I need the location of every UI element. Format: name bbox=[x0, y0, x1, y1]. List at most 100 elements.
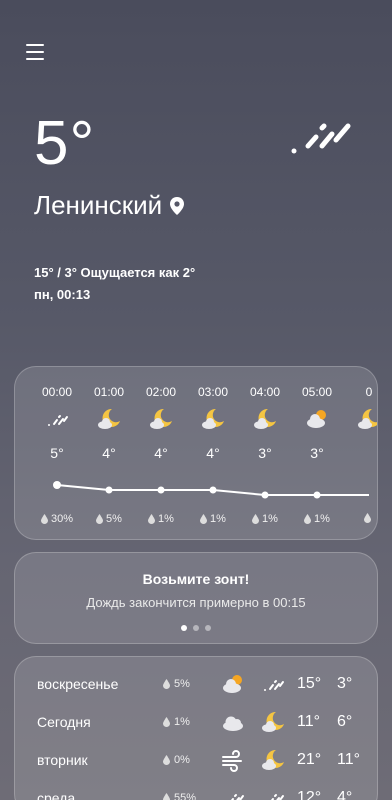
trend-point bbox=[261, 491, 269, 499]
precip-value: 1% bbox=[262, 513, 278, 525]
moon-cloud-icon bbox=[149, 407, 173, 431]
hour-precipitation: 5% bbox=[83, 513, 135, 525]
trend-point bbox=[53, 481, 61, 489]
light-rain-icon bbox=[45, 407, 69, 431]
hour-time: 00:00 bbox=[41, 385, 73, 399]
hour-time: 03:00 bbox=[197, 385, 229, 399]
hour-precipitation bbox=[343, 513, 377, 523]
sun-cloud-icon bbox=[221, 672, 245, 696]
wind-icon bbox=[221, 748, 245, 772]
hour-temperature: 4° bbox=[206, 445, 220, 461]
raindrop-icon bbox=[40, 514, 48, 524]
hour-temperature: 4° bbox=[102, 445, 116, 461]
weather-details: 15° / 3° Ощущается как 2° пн, 00:13 bbox=[34, 262, 195, 306]
day-low-temp: 11° bbox=[337, 751, 361, 768]
hour-precipitation: 1% bbox=[239, 513, 291, 525]
precip-value: 1% bbox=[174, 716, 190, 728]
trend-point bbox=[105, 486, 113, 494]
hour-temperature: 5° bbox=[50, 445, 64, 461]
moon-cloud-icon bbox=[261, 748, 285, 772]
raindrop-icon bbox=[163, 793, 170, 800]
day-high-temp: 15° bbox=[297, 675, 322, 692]
day-low-temp: 4° bbox=[337, 789, 353, 800]
day-low-temp: 6° bbox=[337, 713, 353, 730]
date-time: пн, 00:13 bbox=[34, 287, 91, 302]
hour-temperature: 3° bbox=[258, 445, 272, 461]
precip-value: 5% bbox=[174, 678, 190, 690]
light-rain-icon bbox=[291, 123, 351, 154]
day-precipitation: 5% bbox=[163, 678, 190, 690]
precip-value: 1% bbox=[158, 513, 174, 525]
daily-row[interactable]: среда 55% 12° 4° bbox=[15, 780, 377, 800]
page-dot[interactable] bbox=[193, 625, 199, 631]
temp-range-feels-like: 15° / 3° Ощущается как 2° bbox=[34, 265, 196, 280]
day-high-temp: 12° bbox=[297, 789, 322, 800]
moon-cloud-icon bbox=[97, 407, 121, 431]
hour-temperature: 4° bbox=[154, 445, 168, 461]
day-precipitation: 1% bbox=[163, 716, 190, 728]
raindrop-icon bbox=[364, 513, 371, 523]
day-name: среда bbox=[37, 790, 76, 800]
precip-value: 1% bbox=[314, 513, 330, 525]
hour-precipitation: 1% bbox=[187, 513, 239, 525]
daily-forecast-card[interactable]: воскресенье 5% 15° 3° Сегодня 1% 11° 6° вторник 0… bbox=[14, 656, 378, 800]
light-rain-icon bbox=[261, 786, 285, 800]
light-rain-icon bbox=[221, 786, 245, 800]
alert-subtitle: Дождь закончится примерно в 00:15 bbox=[86, 595, 306, 610]
moon-cloud-icon bbox=[261, 710, 285, 734]
precip-value: 0% bbox=[174, 754, 190, 766]
umbrella-alert-card[interactable]: Возьмите зонт! Дождь закончится примерно… bbox=[14, 552, 378, 644]
page-dot[interactable] bbox=[205, 625, 211, 631]
menu-button[interactable] bbox=[26, 44, 44, 60]
trend-point bbox=[313, 491, 321, 499]
hour-precipitation: 30% bbox=[31, 513, 83, 525]
hour-time: 0 bbox=[365, 385, 373, 399]
precip-value: 30% bbox=[50, 513, 74, 525]
daily-row[interactable]: вторник 0% 21° 11° bbox=[15, 742, 377, 778]
day-precipitation: 55% bbox=[163, 792, 196, 800]
moon-cloud-icon bbox=[201, 407, 225, 431]
day-high-temp: 11° bbox=[297, 713, 321, 730]
daily-row[interactable]: Сегодня 1% 11° 6° bbox=[15, 704, 377, 740]
daily-row[interactable]: воскресенье 5% 15° 3° bbox=[15, 666, 377, 702]
precip-value: 5% bbox=[106, 513, 122, 525]
raindrop-icon bbox=[96, 514, 104, 524]
raindrop-icon bbox=[148, 514, 156, 524]
hour-time: 02:00 bbox=[145, 385, 177, 399]
trend-point bbox=[209, 486, 217, 494]
day-name: вторник bbox=[37, 752, 88, 768]
hourly-forecast-card[interactable]: 00:00 5° 30% 01:00 4° 5% 02:00 4° 1% 03:00 4° 1% 04:… bbox=[14, 366, 378, 540]
raindrop-icon bbox=[163, 717, 170, 727]
precip-value: 1% bbox=[210, 513, 226, 525]
raindrop-icon bbox=[163, 679, 170, 689]
raindrop-icon bbox=[163, 755, 170, 765]
temperature-trend-line bbox=[53, 481, 369, 499]
day-name: воскресенье bbox=[37, 676, 119, 692]
hour-temperature: 3° bbox=[310, 445, 324, 461]
sun-cloud-icon bbox=[305, 407, 329, 431]
trend-point bbox=[157, 486, 165, 494]
day-high-temp: 21° bbox=[297, 751, 322, 768]
page-indicator bbox=[15, 625, 377, 631]
moon-cloud-icon bbox=[357, 407, 377, 431]
precip-value: 55% bbox=[174, 792, 197, 800]
location[interactable]: Ленинский bbox=[34, 190, 185, 221]
page-dot[interactable] bbox=[181, 625, 187, 631]
day-name: Сегодня bbox=[37, 714, 91, 730]
raindrop-icon bbox=[200, 514, 208, 524]
current-temperature: 5° bbox=[34, 109, 96, 178]
alert-title: Возьмите зонт! bbox=[142, 571, 250, 587]
location-pin-icon bbox=[170, 196, 185, 215]
day-low-temp: 3° bbox=[337, 675, 353, 692]
hour-time: 05:00 bbox=[301, 385, 333, 399]
raindrop-icon bbox=[252, 514, 260, 524]
moon-cloud-icon bbox=[253, 407, 277, 431]
hour-time: 01:00 bbox=[93, 385, 125, 399]
light-rain-icon bbox=[261, 672, 285, 696]
hour-time: 04:00 bbox=[249, 385, 281, 399]
hour-precipitation: 1% bbox=[135, 513, 187, 525]
cloud-icon bbox=[221, 710, 245, 734]
hour-precipitation: 1% bbox=[291, 513, 343, 525]
raindrop-icon bbox=[304, 514, 312, 524]
day-precipitation: 0% bbox=[163, 754, 190, 766]
